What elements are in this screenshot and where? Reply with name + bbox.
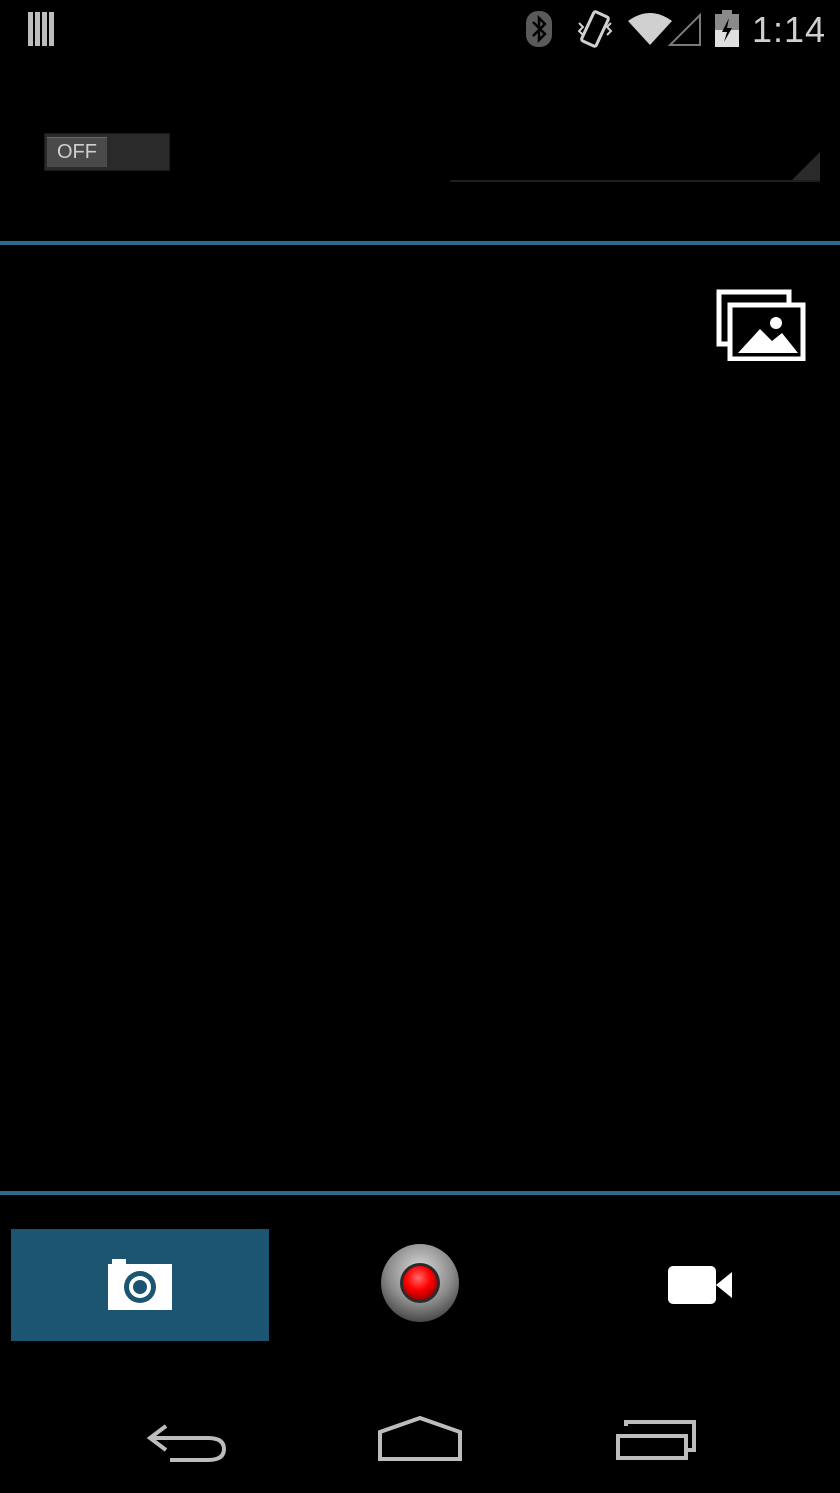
vibrate-icon [577, 10, 613, 48]
bluetooth-icon [526, 11, 552, 47]
home-icon[interactable] [376, 1414, 464, 1462]
flash-toggle[interactable]: OFF [44, 133, 170, 171]
back-icon[interactable] [146, 1418, 228, 1464]
photo-mode-button[interactable] [11, 1229, 269, 1341]
toggle-knob: OFF [47, 137, 107, 167]
spinner-arrow-icon [792, 152, 820, 180]
gallery-icon[interactable] [716, 289, 806, 361]
battery-charging-icon [715, 10, 739, 47]
camera-preview[interactable] [0, 245, 840, 1191]
status-bar: 1:14 [0, 0, 840, 58]
camera-icon [108, 1259, 172, 1310]
record-button[interactable] [380, 1243, 460, 1323]
mode-spinner[interactable] [450, 148, 820, 182]
notification-bars-icon [28, 12, 54, 46]
recent-apps-icon[interactable] [614, 1418, 698, 1462]
video-mode-icon[interactable] [660, 1262, 740, 1308]
wifi-icon [628, 12, 701, 46]
clock: 1:14 [752, 9, 827, 50]
